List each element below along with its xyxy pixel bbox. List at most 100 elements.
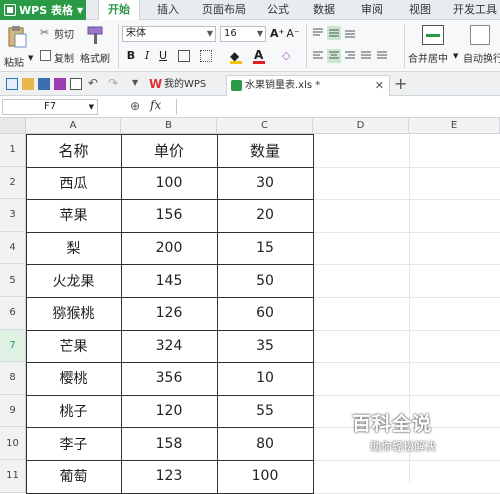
fx-icon[interactable]: fx bbox=[150, 98, 161, 112]
open-folder-icon[interactable] bbox=[22, 78, 34, 90]
font-color-icon[interactable]: A bbox=[254, 48, 263, 62]
tab-formula[interactable]: 公式 bbox=[258, 0, 298, 20]
font-shrink-icon[interactable]: A⁻ bbox=[286, 27, 300, 41]
border-icon[interactable] bbox=[178, 50, 190, 62]
copy-icon[interactable] bbox=[40, 50, 51, 61]
table-cell[interactable]: 50 bbox=[217, 264, 313, 297]
paste-dropdown-icon[interactable]: ▼ bbox=[28, 54, 33, 62]
border-dropdown-icon[interactable] bbox=[200, 50, 212, 62]
table-cell[interactable]: 156 bbox=[121, 199, 217, 232]
copy-button[interactable]: 复制 bbox=[54, 50, 74, 65]
column-header-b[interactable]: B bbox=[121, 118, 217, 134]
font-grow-icon[interactable]: A⁺ bbox=[270, 27, 284, 41]
cut-button[interactable]: 剪切 bbox=[54, 26, 74, 41]
table-cell[interactable]: 樱桃 bbox=[26, 362, 121, 395]
zoom-search-icon[interactable]: ⊕ bbox=[130, 99, 140, 113]
table-cell[interactable]: 126 bbox=[121, 297, 217, 330]
table-cell[interactable]: 桃子 bbox=[26, 395, 121, 428]
column-header-d[interactable]: D bbox=[313, 118, 409, 134]
format-painter-icon[interactable] bbox=[86, 24, 106, 49]
close-icon[interactable]: ✕ bbox=[375, 76, 384, 95]
table-cell[interactable]: 猕猴桃 bbox=[26, 297, 121, 330]
bold-icon[interactable]: B bbox=[124, 49, 138, 63]
row-header[interactable]: 1 bbox=[0, 134, 26, 167]
table-header-cell[interactable]: 名称 bbox=[26, 134, 121, 167]
paste-button[interactable]: 粘贴 bbox=[4, 54, 24, 69]
table-cell[interactable]: 123 bbox=[121, 460, 217, 493]
table-header-cell[interactable]: 单价 bbox=[121, 134, 217, 167]
row-header[interactable]: 2 bbox=[0, 166, 26, 200]
tab-developer[interactable]: 开发工具 bbox=[448, 0, 500, 20]
save-icon[interactable] bbox=[38, 78, 50, 90]
table-cell[interactable]: 100 bbox=[217, 460, 313, 493]
table-cell[interactable]: 芒果 bbox=[26, 330, 121, 363]
tab-page-layout[interactable]: 页面布局 bbox=[194, 0, 254, 20]
row-header[interactable]: 3 bbox=[0, 199, 26, 232]
align-left-icon[interactable] bbox=[312, 49, 404, 66]
tab-file-fruit-sales[interactable]: 水果销量表.xls * ✕ bbox=[226, 75, 390, 96]
print-preview-icon[interactable] bbox=[70, 78, 82, 90]
table-cell[interactable]: 火龙果 bbox=[26, 264, 121, 297]
tab-data[interactable]: 数据 bbox=[304, 0, 344, 20]
tab-view[interactable]: 视图 bbox=[400, 0, 440, 20]
table-cell[interactable]: 158 bbox=[121, 427, 217, 460]
select-all-corner[interactable] bbox=[0, 118, 26, 134]
row-header[interactable]: 4 bbox=[0, 231, 26, 265]
column-header-e[interactable]: E bbox=[409, 118, 500, 134]
table-cell[interactable]: 西瓜 bbox=[26, 167, 121, 200]
app-menu-button[interactable]: WPS 表格 ▼ bbox=[0, 0, 86, 20]
underline-icon[interactable]: U bbox=[156, 49, 170, 63]
row-header[interactable]: 5 bbox=[0, 264, 26, 297]
tab-insert[interactable]: 插入 bbox=[148, 0, 188, 20]
table-cell[interactable]: 20 bbox=[217, 199, 313, 232]
font-name-select[interactable]: 宋体 ▼ bbox=[122, 26, 216, 42]
tab-review[interactable]: 审阅 bbox=[352, 0, 392, 20]
table-cell[interactable]: 60 bbox=[217, 297, 313, 330]
row-header[interactable]: 6 bbox=[0, 297, 26, 330]
table-cell[interactable]: 200 bbox=[121, 232, 217, 265]
chevron-down-icon[interactable]: ▼ bbox=[453, 52, 458, 60]
format-painter-button[interactable]: 格式刷 bbox=[80, 50, 110, 65]
row-header[interactable]: 7 bbox=[0, 329, 26, 363]
column-header-a[interactable]: A bbox=[26, 118, 121, 134]
merge-center-button[interactable]: 合并居中 bbox=[408, 50, 448, 65]
table-cell[interactable]: 梨 bbox=[26, 232, 121, 265]
new-file-icon[interactable] bbox=[6, 78, 18, 90]
autowrap-icon[interactable] bbox=[470, 25, 490, 45]
autowrap-button[interactable]: 自动换行 bbox=[463, 50, 500, 65]
merge-center-icon[interactable] bbox=[422, 25, 444, 45]
chevron-down-icon[interactable]: ▼ bbox=[132, 78, 138, 87]
font-size-select[interactable]: 16 ▼ bbox=[220, 26, 266, 42]
italic-icon[interactable]: I bbox=[140, 49, 154, 63]
table-cell[interactable]: 李子 bbox=[26, 427, 121, 460]
table-header-cell[interactable]: 数量 bbox=[217, 134, 313, 167]
print-icon[interactable] bbox=[54, 78, 66, 90]
table-cell[interactable]: 356 bbox=[121, 362, 217, 395]
scissors-icon[interactable]: ✂ bbox=[40, 26, 49, 39]
new-tab-icon[interactable]: + bbox=[394, 74, 407, 93]
table-cell[interactable]: 324 bbox=[121, 330, 217, 363]
row-header[interactable]: 11 bbox=[0, 460, 26, 493]
clear-format-icon[interactable]: ◇ bbox=[282, 49, 290, 62]
undo-icon[interactable]: ↶ bbox=[88, 76, 98, 90]
table-cell[interactable]: 15 bbox=[217, 232, 313, 265]
tab-home[interactable]: 开始 bbox=[98, 0, 140, 20]
column-header-c[interactable]: C bbox=[217, 118, 313, 134]
table-cell[interactable]: 80 bbox=[217, 427, 313, 460]
paste-icon[interactable] bbox=[6, 24, 28, 50]
row-header[interactable]: 8 bbox=[0, 362, 26, 395]
table-cell[interactable]: 苹果 bbox=[26, 199, 121, 232]
name-box[interactable]: F7 ▼ bbox=[2, 99, 98, 115]
redo-icon[interactable]: ↷ bbox=[108, 76, 118, 90]
align-top-icon[interactable] bbox=[312, 26, 372, 43]
table-cell[interactable]: 35 bbox=[217, 330, 313, 363]
row-header[interactable]: 9 bbox=[0, 394, 26, 428]
table-cell[interactable]: 30 bbox=[217, 167, 313, 200]
table-cell[interactable]: 葡萄 bbox=[26, 460, 121, 493]
table-cell[interactable]: 145 bbox=[121, 264, 217, 297]
tab-my-wps[interactable]: W 我的WPS bbox=[146, 75, 222, 96]
row-header[interactable]: 10 bbox=[0, 427, 26, 460]
formula-input[interactable] bbox=[176, 99, 498, 115]
table-cell[interactable]: 55 bbox=[217, 395, 313, 428]
table-cell[interactable]: 120 bbox=[121, 395, 217, 428]
